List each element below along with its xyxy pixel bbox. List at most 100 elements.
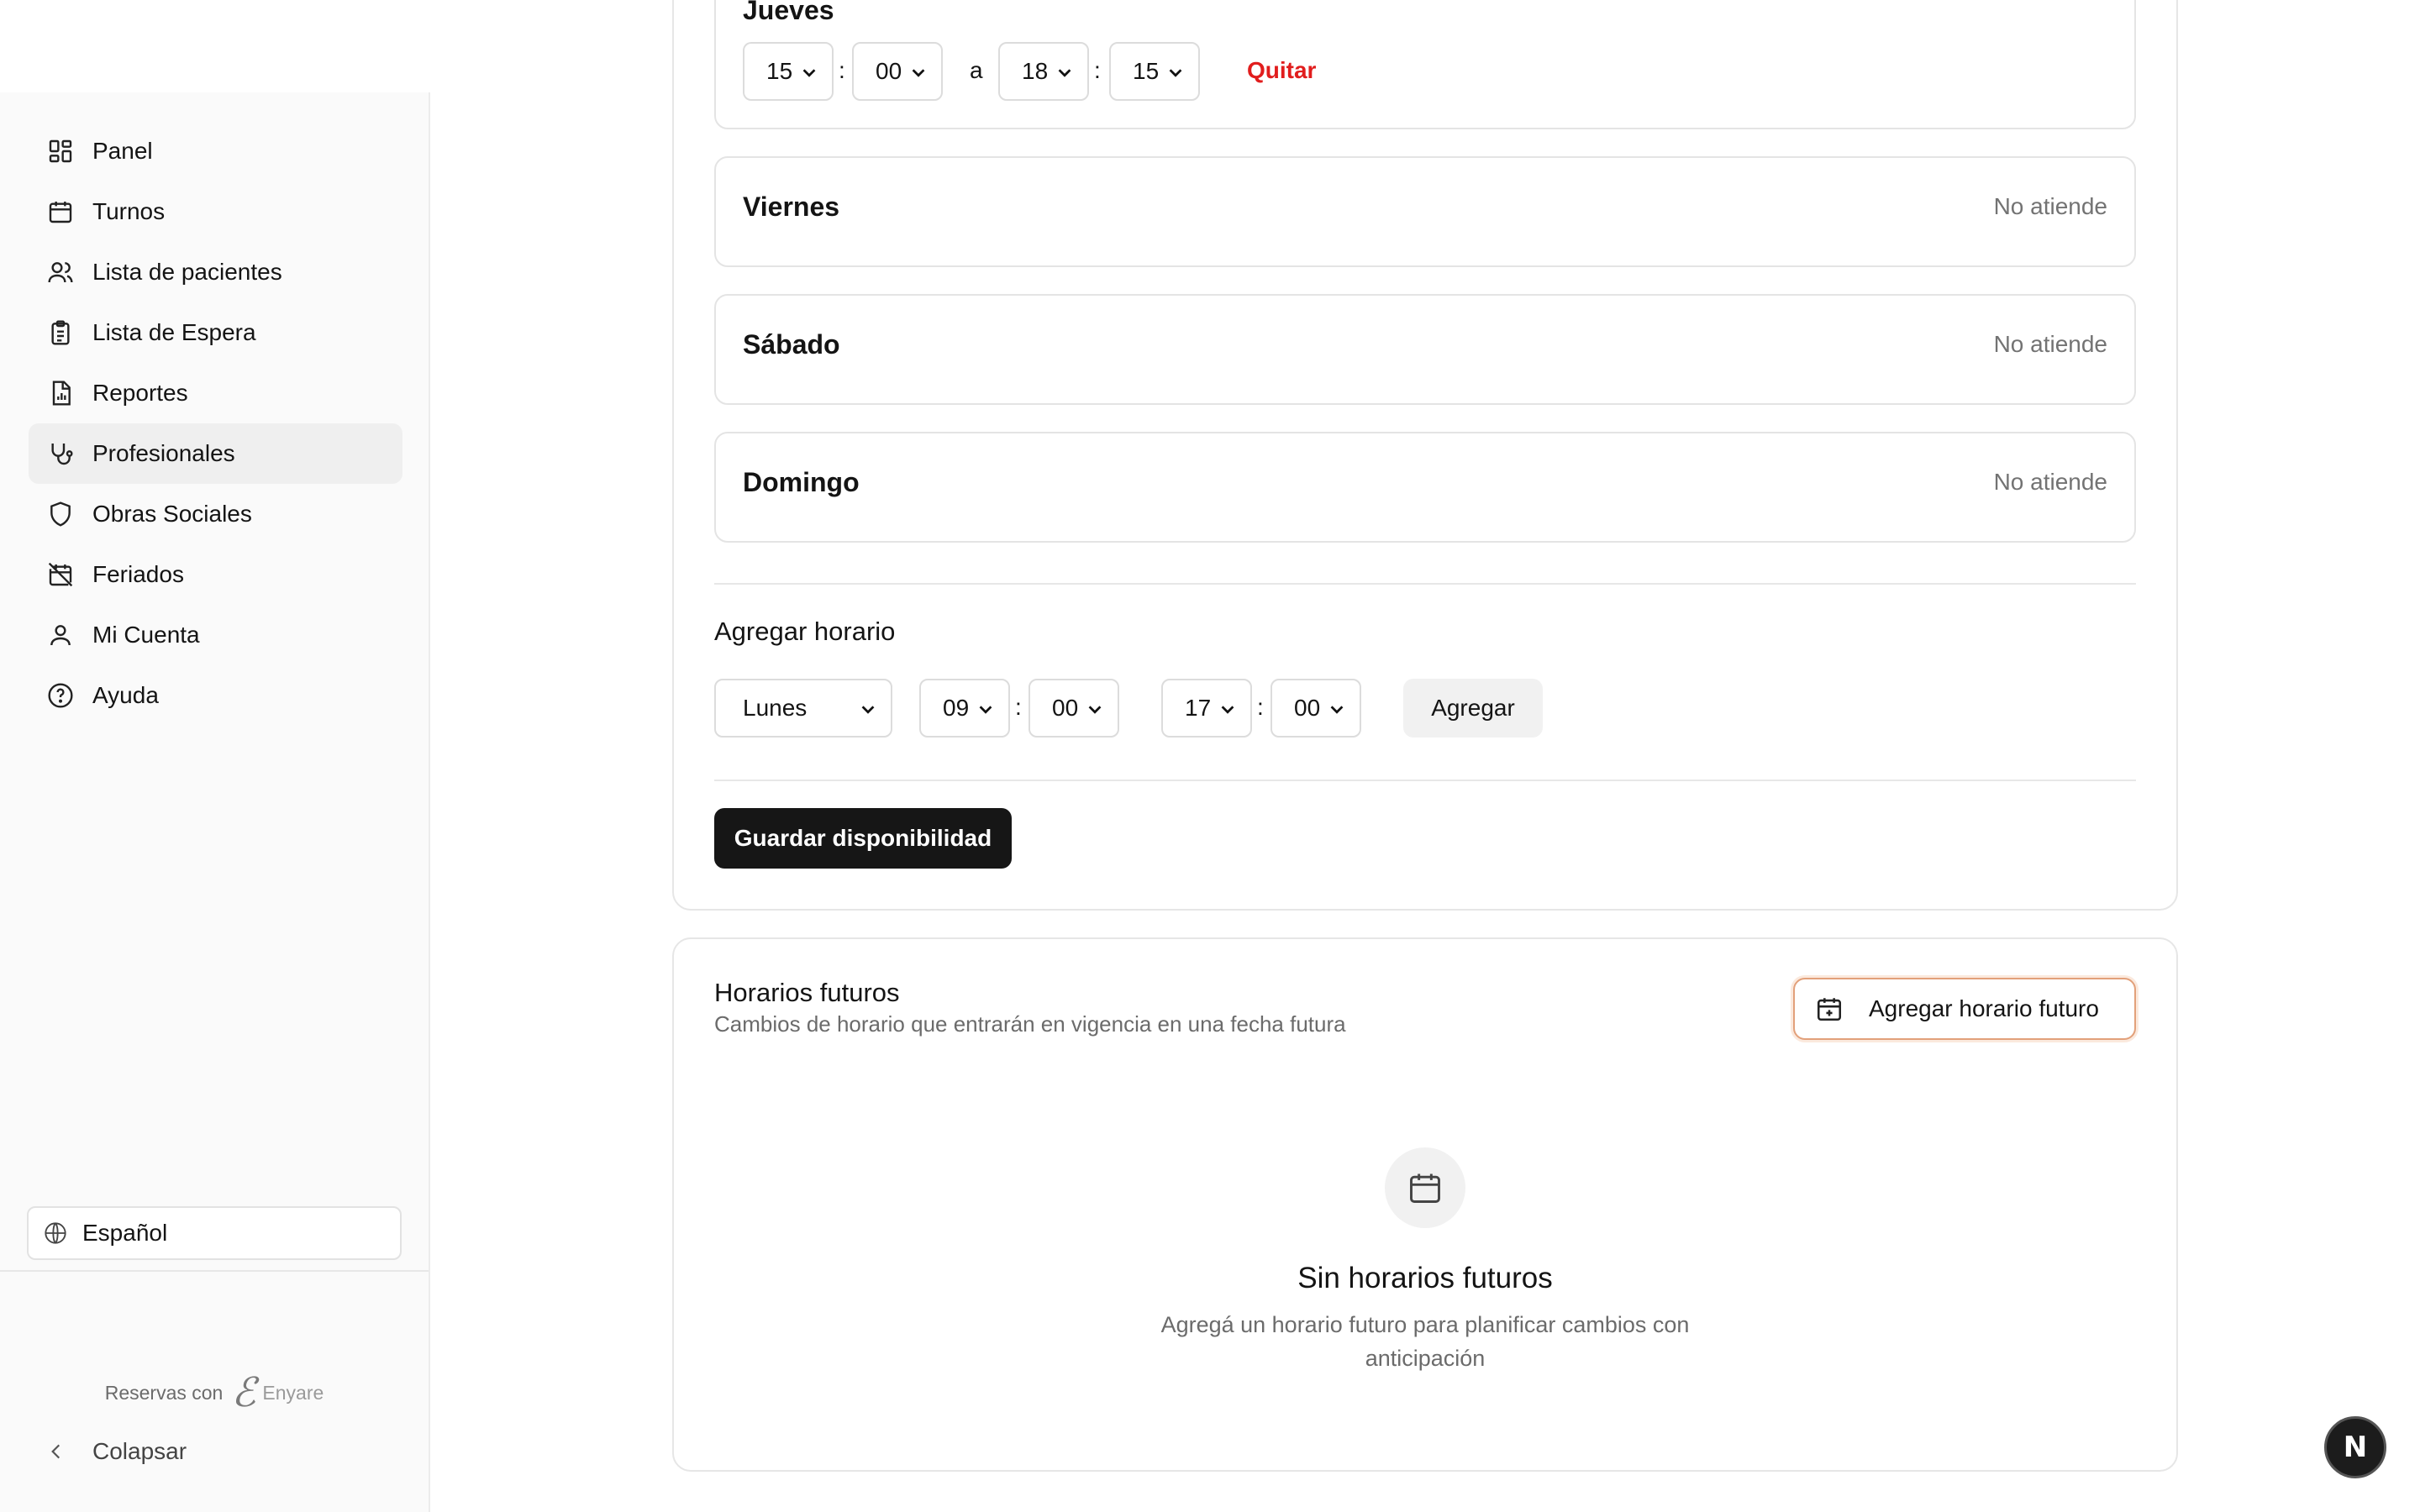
empty-state-description-line1: Agregá un horario futuro para planificar… <box>1160 1312 1690 1337</box>
day-row-saturday: Sábado No atiende <box>714 294 2136 405</box>
calendar-off-icon <box>47 561 74 588</box>
add-start-hour-select[interactable]: 09 <box>919 679 1010 738</box>
sidebar-divider <box>0 1270 429 1272</box>
empty-state-icon <box>1385 1147 1465 1228</box>
empty-state-description-line2: anticipación <box>1365 1346 1486 1371</box>
brand-name: Enyare <box>262 1381 324 1404</box>
sidebar-item-reportes[interactable]: Reportes <box>29 363 402 423</box>
sidebar-item-label: Obras Sociales <box>92 501 252 527</box>
sidebar: Panel Turnos Lista de pacientes Lista de… <box>0 92 430 1512</box>
add-schedule-title: Agregar horario <box>714 617 896 646</box>
select-value: 00 <box>876 58 902 84</box>
sidebar-item-label: Turnos <box>92 198 166 224</box>
time-colon: : <box>1015 694 1022 720</box>
sidebar-item-label: Lista de Espera <box>92 319 256 345</box>
empty-state-title: Sin horarios futuros <box>1297 1262 1553 1294</box>
select-value: Lunes <box>743 695 808 721</box>
day-row-sunday: Domingo No atiende <box>714 432 2136 543</box>
sidebar-item-lista-de-pacientes[interactable]: Lista de pacientes <box>29 242 402 302</box>
day-row-friday: Viernes No atiende <box>714 156 2136 267</box>
globe-icon <box>45 1222 66 1244</box>
sidebar-item-label: Mi Cuenta <box>92 622 200 648</box>
time-colon: : <box>839 57 845 83</box>
select-value: 17 <box>1185 695 1212 721</box>
collapse-label: Colapsar <box>92 1438 187 1464</box>
start-hour-select[interactable]: 15 <box>743 42 834 101</box>
select-value: 18 <box>1022 58 1049 84</box>
chevron-down-icon <box>979 706 992 714</box>
section-divider <box>714 780 2136 781</box>
sidebar-item-obras-sociales[interactable]: Obras Sociales <box>29 484 402 544</box>
powered-by: Reservas con ℰ Enyare <box>0 1373 429 1413</box>
add-end-hour-select[interactable]: 17 <box>1161 679 1252 738</box>
day-status: No atiende <box>1993 193 2107 219</box>
chevron-down-icon <box>1221 706 1234 714</box>
select-value: 15 <box>766 58 793 84</box>
dashboard-grid-icon <box>47 138 74 165</box>
help-circle-icon <box>47 682 74 709</box>
chevron-down-icon <box>1058 69 1071 77</box>
sidebar-item-label: Profesionales <box>92 440 235 466</box>
clipboard-list-icon <box>47 319 74 346</box>
add-future-schedule-button[interactable]: Agregar horario futuro <box>1793 978 2136 1040</box>
save-availability-button[interactable]: Guardar disponibilidad <box>714 808 1012 869</box>
time-colon: : <box>1257 694 1264 720</box>
time-colon: : <box>1094 57 1101 83</box>
sidebar-nav: Panel Turnos Lista de pacientes Lista de… <box>29 121 402 726</box>
powered-by-text: Reservas con <box>104 1381 224 1404</box>
sidebar-item-label: Lista de pacientes <box>92 259 282 285</box>
sidebar-item-label: Reportes <box>92 380 188 406</box>
chevron-down-icon <box>1169 69 1182 77</box>
users-icon <box>47 259 74 286</box>
calendar-icon <box>47 198 74 225</box>
sidebar-item-panel[interactable]: Panel <box>29 121 402 181</box>
add-button[interactable]: Agregar <box>1403 679 1543 738</box>
day-name: Viernes <box>743 192 840 222</box>
calendar-icon <box>1410 1173 1440 1203</box>
day-status: No atiende <box>1993 469 2107 495</box>
future-title: Horarios futuros <box>714 978 900 1007</box>
user-icon <box>47 622 74 648</box>
day-select[interactable]: Lunes <box>714 679 892 738</box>
fab-label: N <box>2343 1431 2368 1464</box>
chevron-down-icon <box>802 69 816 77</box>
section-divider <box>714 583 2136 585</box>
sidebar-item-label: Ayuda <box>92 682 159 708</box>
day-name: Jueves <box>743 0 834 25</box>
chevron-down-icon <box>912 69 925 77</box>
sidebar-item-lista-de-espera[interactable]: Lista de Espera <box>29 302 402 363</box>
language-label: Español <box>82 1220 168 1246</box>
chevron-down-icon <box>1330 706 1344 714</box>
file-chart-icon <box>47 380 74 407</box>
add-end-minute-select[interactable]: 00 <box>1270 679 1361 738</box>
sidebar-item-ayuda[interactable]: Ayuda <box>29 665 402 726</box>
sidebar-item-mi-cuenta[interactable]: Mi Cuenta <box>29 605 402 665</box>
end-hour-select[interactable]: 18 <box>998 42 1089 101</box>
day-name: Sábado <box>743 329 840 360</box>
day-status: No atiende <box>1993 331 2107 357</box>
sidebar-item-profesionales[interactable]: Profesionales <box>29 423 402 484</box>
select-value: 00 <box>1294 695 1321 721</box>
stethoscope-icon <box>47 440 74 467</box>
range-separator: a <box>970 57 983 83</box>
shield-icon <box>47 501 74 528</box>
next-dev-indicator-button[interactable]: N <box>2324 1416 2386 1478</box>
sidebar-item-feriados[interactable]: Feriados <box>29 544 402 605</box>
remove-button[interactable]: Quitar <box>1247 57 1316 84</box>
end-minute-select[interactable]: 15 <box>1109 42 1200 101</box>
language-select[interactable]: Español <box>27 1206 402 1260</box>
sidebar-item-turnos[interactable]: Turnos <box>29 181 402 242</box>
add-start-minute-select[interactable]: 00 <box>1028 679 1119 738</box>
add-future-schedule-label: Agregar horario futuro <box>1869 995 2099 1021</box>
chevron-left-icon <box>51 1444 60 1459</box>
select-value: 09 <box>943 695 970 721</box>
sidebar-item-label: Feriados <box>92 561 184 587</box>
chevron-down-icon <box>861 706 875 714</box>
enyare-logo-icon: ℰ <box>231 1369 256 1416</box>
chevron-down-icon <box>1088 706 1102 714</box>
future-subtitle: Cambios de horario que entrarán en vigen… <box>714 1011 1346 1037</box>
start-minute-select[interactable]: 00 <box>852 42 943 101</box>
collapse-button[interactable]: Colapsar <box>45 1438 187 1465</box>
calendar-plus-icon <box>1817 998 1842 1021</box>
select-value: 00 <box>1052 695 1079 721</box>
